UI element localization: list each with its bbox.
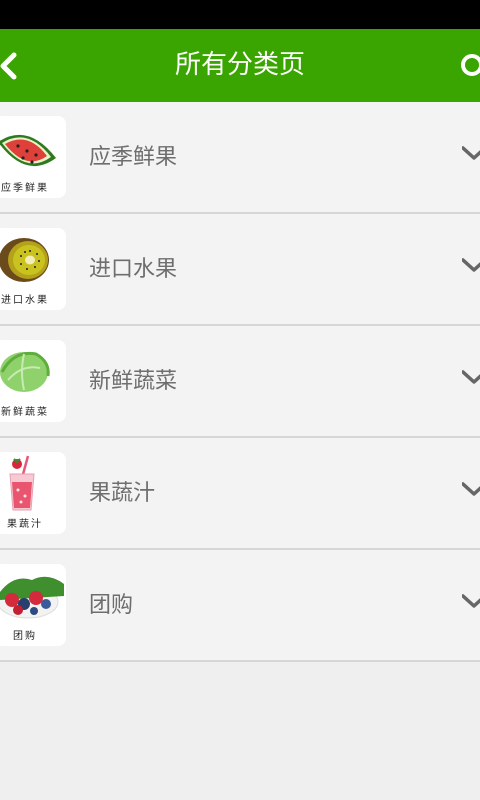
category-thumbnail: 团购 [0, 564, 66, 646]
berries-icon [0, 576, 64, 619]
chevron-down-icon[interactable] [462, 590, 480, 614]
cabbage-icon [0, 351, 50, 392]
header-bar: 所有分类页 [0, 29, 480, 102]
chevron-down-icon[interactable] [462, 478, 480, 502]
category-list: 应季鲜果 应季鲜果 进口水果 进口水果 新鲜蔬菜 新鲜蔬菜 果蔬汁 果蔬汁 团购… [0, 102, 480, 662]
juice-icon [9, 455, 35, 511]
category-thumbnail: 新鲜蔬菜 [0, 340, 66, 422]
category-row-seasonal-fruit[interactable]: 应季鲜果 应季鲜果 [0, 102, 480, 214]
category-label: 进口水果 [89, 257, 178, 282]
chevron-down-icon[interactable] [462, 254, 480, 278]
chevron-down-icon[interactable] [462, 366, 480, 390]
category-thumbnail: 进口水果 [0, 228, 66, 310]
thumbnail-caption: 果蔬汁 [7, 519, 43, 530]
category-row-fresh-vegetables[interactable]: 新鲜蔬菜 新鲜蔬菜 [0, 326, 480, 438]
category-label: 果蔬汁 [89, 481, 156, 506]
thumbnail-caption: 应季鲜果 [1, 183, 49, 194]
category-label: 团购 [89, 593, 134, 618]
category-row-group-buy[interactable]: 团购 团购 [0, 550, 480, 662]
kiwi-icon [0, 238, 49, 282]
category-label: 新鲜蔬菜 [89, 369, 178, 394]
status-bar [0, 0, 480, 29]
category-thumbnail: 果蔬汁 [0, 452, 66, 534]
thumbnail-caption: 新鲜蔬菜 [1, 407, 49, 418]
category-thumbnail: 应季鲜果 [0, 116, 66, 198]
thumbnail-caption: 团购 [13, 631, 37, 642]
watermelon-icon [0, 134, 56, 166]
page-title: 所有分类页 [174, 50, 305, 80]
chevron-down-icon[interactable] [462, 142, 480, 166]
search-button[interactable] [450, 29, 480, 102]
category-row-juice[interactable]: 果蔬汁 果蔬汁 [0, 438, 480, 550]
category-label: 应季鲜果 [89, 145, 178, 170]
category-row-imported-fruit[interactable]: 进口水果 进口水果 [0, 214, 480, 326]
search-icon [461, 54, 480, 76]
thumbnail-caption: 进口水果 [1, 295, 49, 306]
